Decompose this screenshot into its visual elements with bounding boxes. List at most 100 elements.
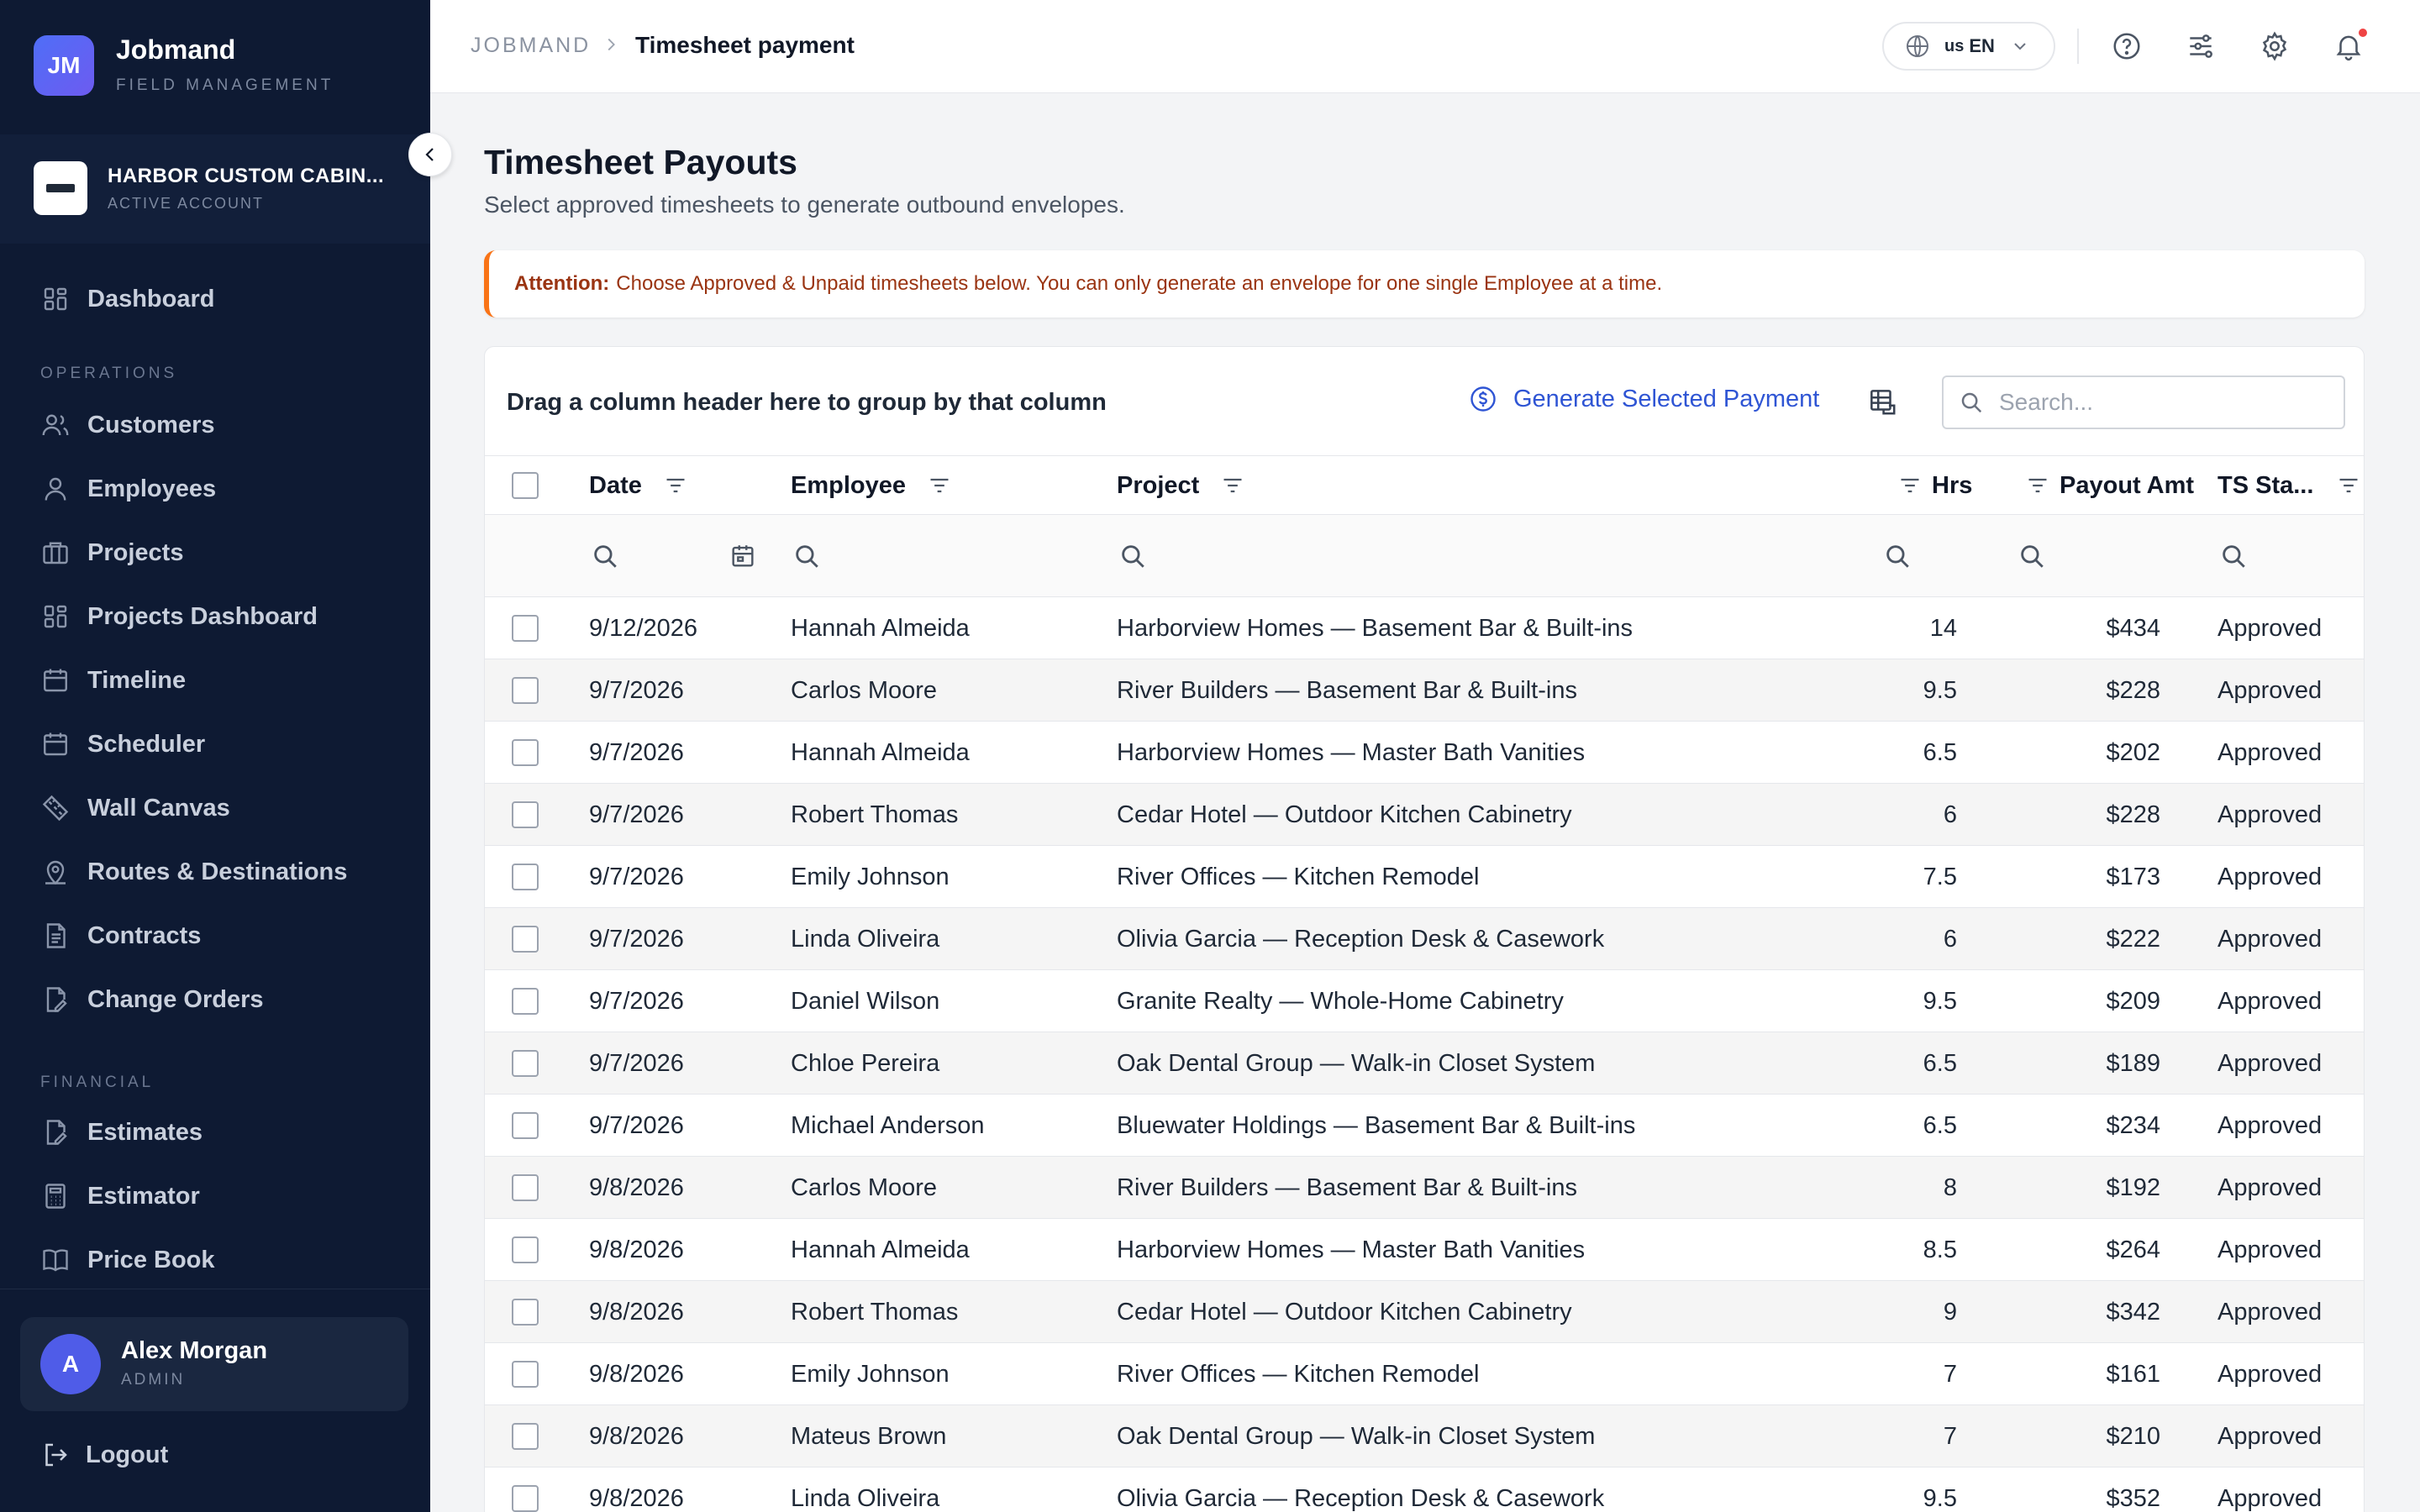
table-row[interactable]: 9/7/2026 Robert Thomas Cedar Hotel — Outdo… [485,784,2364,846]
account-switcher[interactable]: HARBOR CUSTOM CABIN... ACTIVE ACCOUNT [0,134,430,244]
language-selector[interactable]: us EN [1882,22,2055,71]
sidebar-item-projects-dashboard[interactable]: Projects Dashboard [40,593,318,640]
column-header-payout[interactable]: Payout Amt [2026,456,2194,515]
row-checkbox[interactable] [512,926,539,953]
filter-icon[interactable] [1221,474,1244,497]
sidebar-item-estimator[interactable]: Estimator [40,1173,200,1220]
search-icon[interactable] [1883,542,1912,570]
sidebar-item-contracts[interactable]: Contracts [40,912,201,959]
row-checkbox[interactable] [512,1174,539,1201]
table-row[interactable]: 9/7/2026 Michael Anderson Bluewater Holdin… [485,1095,2364,1157]
sidebar-item-timeline[interactable]: Timeline [40,657,186,704]
row-checkbox[interactable] [512,1050,539,1077]
filter-icon[interactable] [2026,474,2049,497]
gear-icon[interactable] [2259,30,2291,62]
column-header-status[interactable]: TS Sta... [2217,456,2360,515]
filter-icon[interactable] [928,474,951,497]
table-row[interactable]: 9/8/2026 Carlos Moore River Builders — Bas… [485,1157,2364,1219]
row-checkbox[interactable] [512,1485,539,1512]
sidebar-item-projects[interactable]: Projects [40,529,183,576]
table-row[interactable]: 9/7/2026 Hannah Almeida Harborview Homes —… [485,722,2364,784]
search-icon[interactable] [2018,542,2046,570]
row-checkbox[interactable] [512,1299,539,1326]
cell-hrs: 9.5 [1923,1485,1957,1512]
cell-date: 9/8/2026 [589,1361,684,1388]
alert-label: Attention: [514,272,610,295]
breadcrumb-root[interactable]: JOBMAND [471,34,591,58]
help-icon[interactable] [2111,30,2143,62]
divider [2077,29,2079,64]
select-all-checkbox[interactable] [512,472,539,499]
row-checkbox[interactable] [512,1423,539,1450]
nav-section-operations: OPERATIONS [40,365,178,382]
logout-button[interactable]: Logout [40,1431,168,1478]
search-icon[interactable] [792,542,821,570]
row-checkbox[interactable] [512,677,539,704]
cell-employee: Hannah Almeida [791,1236,970,1263]
sidebar-item-estimates[interactable]: Estimates [40,1109,203,1156]
row-checkbox[interactable] [512,1236,539,1263]
search-icon[interactable] [2219,542,2248,570]
table-row[interactable]: 9/8/2026 Linda Oliveira Olivia Garcia — Re… [485,1467,2364,1512]
table-row[interactable]: 9/8/2026 Mateus Brown Oak Dental Group — W… [485,1405,2364,1467]
filter-icon[interactable] [2337,474,2360,497]
table-row[interactable]: 9/8/2026 Robert Thomas Cedar Hotel — Outdo… [485,1281,2364,1343]
cell-project: Cedar Hotel — Outdoor Kitchen Cabinetry [1117,1299,1572,1326]
generate-payment-button[interactable]: Generate Selected Payment [1468,384,1819,414]
grid-filter-row [485,515,2364,597]
search-icon[interactable] [591,542,619,570]
brand[interactable]: JM Jobmand FIELD MANAGEMENT [34,35,334,96]
cell-project: River Builders — Basement Bar & Built-in… [1117,1174,1577,1201]
table-row[interactable]: 9/12/2026 Hannah Almeida Harborview Homes … [485,597,2364,659]
table-row[interactable]: 9/8/2026 Hannah Almeida Harborview Homes —… [485,1219,2364,1281]
table-row[interactable]: 9/7/2026 Daniel Wilson Granite Realty — Wh… [485,970,2364,1032]
group-panel[interactable]: Drag a column header here to group by th… [507,389,1107,417]
table-row[interactable]: 9/7/2026 Chloe Pereira Oak Dental Group — … [485,1032,2364,1095]
cell-status: Approved [2217,1112,2323,1139]
cell-status: Approved [2217,801,2323,828]
row-checkbox[interactable] [512,1361,539,1388]
row-checkbox[interactable] [512,801,539,828]
sidebar-item-customers[interactable]: Customers [40,402,215,449]
calendar-icon[interactable] [729,542,757,570]
cell-date: 9/8/2026 [589,1423,684,1450]
sidebar-item-wall-canvas[interactable]: Wall Canvas [40,785,230,832]
table-row[interactable]: 9/7/2026 Carlos Moore River Builders — Bas… [485,659,2364,722]
row-checkbox[interactable] [512,1112,539,1139]
column-label: TS Sta... [2217,471,2314,499]
export-icon[interactable] [1866,386,1898,417]
language-flag: us [1944,36,1965,55]
row-checkbox[interactable] [512,739,539,766]
column-header-project[interactable]: Project [1117,456,1244,515]
filter-icon[interactable] [1898,474,1922,497]
column-header-hrs[interactable]: Hrs [1898,456,1972,515]
calculator-icon [45,1184,66,1209]
sliders-icon[interactable] [2185,30,2217,62]
search-input[interactable] [1999,389,2318,416]
sidebar-item-label: Change Orders [87,985,264,1013]
column-header-employee[interactable]: Employee [791,456,951,515]
account-status: ACTIVE ACCOUNT [108,195,265,212]
cell-payout: $202 [2106,739,2160,766]
row-checkbox[interactable] [512,864,539,890]
row-checkbox[interactable] [512,988,539,1015]
row-checkbox[interactable] [512,615,539,642]
cell-hrs: 6 [1943,926,1957,953]
sidebar-item-dashboard[interactable]: Dashboard [40,276,214,323]
user-profile[interactable]: A Alex Morgan ADMIN [20,1317,408,1411]
sidebar-item-price-book[interactable]: Price Book [40,1236,215,1284]
table-row[interactable]: 9/7/2026 Emily Johnson River Offices — Kit… [485,846,2364,908]
cell-project: Granite Realty — Whole-Home Cabinetry [1117,988,1564,1015]
sidebar-item-change-orders[interactable]: Change Orders [40,976,264,1023]
filter-icon[interactable] [664,474,687,497]
chevron-right-icon [608,38,615,51]
sidebar-item-scheduler[interactable]: Scheduler [40,721,205,768]
sidebar-item-routes-destinations[interactable]: Routes & Destinations [40,848,347,895]
table-row[interactable]: 9/7/2026 Linda Oliveira Olivia Garcia — Re… [485,908,2364,970]
sidebar-item-employees[interactable]: Employees [40,465,216,512]
cell-hrs: 7.5 [1923,864,1957,890]
column-header-date[interactable]: Date [589,456,687,515]
collapse-sidebar-button[interactable] [408,133,452,176]
table-row[interactable]: 9/8/2026 Emily Johnson River Offices — Kit… [485,1343,2364,1405]
search-icon[interactable] [1118,542,1147,570]
